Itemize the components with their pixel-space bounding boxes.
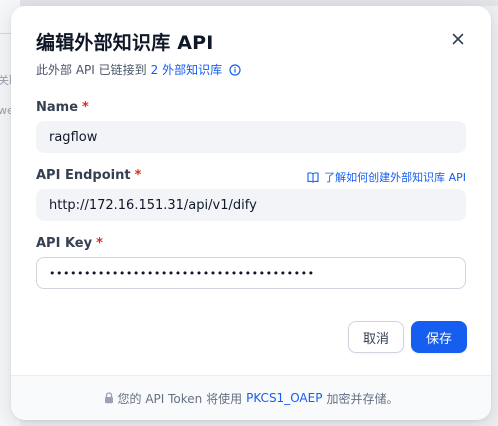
close-button[interactable] — [447, 28, 469, 50]
edit-external-api-dialog: 编辑外部知识库 API 此外部 API 已链接到 2 外部知识库 Name* A… — [11, 6, 491, 420]
encryption-notice: 您的 API Token 将使用 PKCS1_OAEP 加密并存储。 — [11, 375, 491, 420]
required-mark: * — [134, 168, 142, 183]
api-doc-link[interactable]: 了解如何创建外部知识库 API — [307, 169, 466, 185]
required-mark: * — [82, 100, 89, 115]
encryption-text-before: 您的 API Token 将使用 — [117, 391, 243, 406]
book-icon — [307, 171, 319, 183]
lock-icon — [104, 392, 113, 404]
name-label: Name * — [36, 100, 89, 115]
api-key-input[interactable] — [36, 257, 466, 289]
encryption-text-after: 加密并存储。 — [326, 391, 399, 406]
save-button[interactable]: 保存 — [411, 321, 467, 353]
endpoint-label: API Endpoint * — [36, 168, 141, 183]
dialog-subtitle: 此外部 API 已链接到 2 外部知识库 — [36, 61, 241, 78]
endpoint-input[interactable] — [36, 189, 466, 221]
required-mark: * — [96, 236, 103, 251]
api-key-label: API Key * — [36, 236, 103, 251]
cancel-button[interactable]: 取消 — [348, 321, 404, 353]
pkcs-link[interactable]: PKCS1_OAEP — [246, 391, 322, 405]
linked-knowledge-link[interactable]: 2 外部知识库 — [151, 61, 222, 78]
endpoint-label-text: API Endpoint — [36, 168, 131, 183]
subtitle-text: 此外部 API 已链接到 — [36, 63, 147, 77]
name-label-text: Name — [36, 100, 79, 115]
api-key-label-text: API Key — [36, 236, 93, 251]
name-input[interactable] — [36, 121, 466, 153]
close-icon — [452, 33, 464, 45]
dialog-title: 编辑外部知识库 API — [36, 32, 214, 54]
info-icon[interactable] — [229, 63, 241, 76]
api-doc-link-text: 了解如何创建外部知识库 API — [324, 171, 466, 184]
